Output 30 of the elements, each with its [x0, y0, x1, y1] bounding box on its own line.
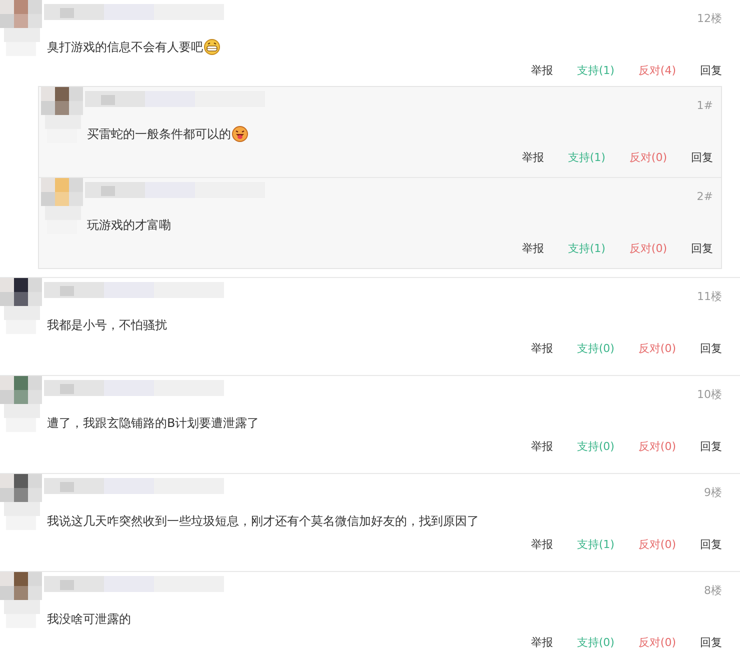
reply-link[interactable]: 回复	[700, 62, 722, 78]
report-link[interactable]: 举报	[530, 536, 553, 552]
reply-link[interactable]: 回复	[700, 536, 722, 552]
floor-number: 11楼	[697, 288, 722, 304]
comment-text: 我没啥可泄露的	[47, 610, 131, 628]
reply-link[interactable]: 回复	[691, 150, 713, 164]
tongue-face-icon	[232, 126, 248, 142]
report-link[interactable]: 举报	[530, 340, 553, 356]
reply-link[interactable]: 回复	[691, 240, 713, 256]
comment-text: 买雷蛇的一般条件都可以的	[87, 126, 231, 142]
floor-number: 2#	[696, 190, 713, 202]
floor-number: 9楼	[704, 484, 722, 500]
reply-link[interactable]: 回复	[700, 438, 722, 454]
comment-text: 我说这几天咋突然收到一些垃圾短息，刚才还有个莫名微信加好友的，找到原因了	[47, 512, 479, 530]
report-link[interactable]: 举报	[530, 438, 553, 454]
reply-link[interactable]: 回复	[700, 634, 722, 650]
comment-text: 玩游戏的才富嘞	[87, 216, 171, 234]
report-link[interactable]: 举报	[530, 62, 553, 78]
report-link[interactable]: 举报	[522, 150, 544, 164]
comment-text: 臭打游戏的信息不会有人要吧	[47, 38, 203, 56]
report-link[interactable]: 举报	[530, 634, 553, 650]
comment-text: 我都是小号，不怕骚扰	[47, 316, 167, 334]
floor-number: 10楼	[697, 386, 722, 402]
floor-number: 8楼	[704, 582, 722, 598]
comment-text: 遭了，我跟玄隐铺路的B计划要遭泄露了	[47, 414, 260, 432]
floor-number: 12楼	[697, 10, 722, 26]
grinning-face-icon	[204, 39, 220, 55]
report-link[interactable]: 举报	[522, 240, 544, 256]
reply-link[interactable]: 回复	[700, 340, 722, 356]
floor-number: 1#	[696, 98, 713, 112]
